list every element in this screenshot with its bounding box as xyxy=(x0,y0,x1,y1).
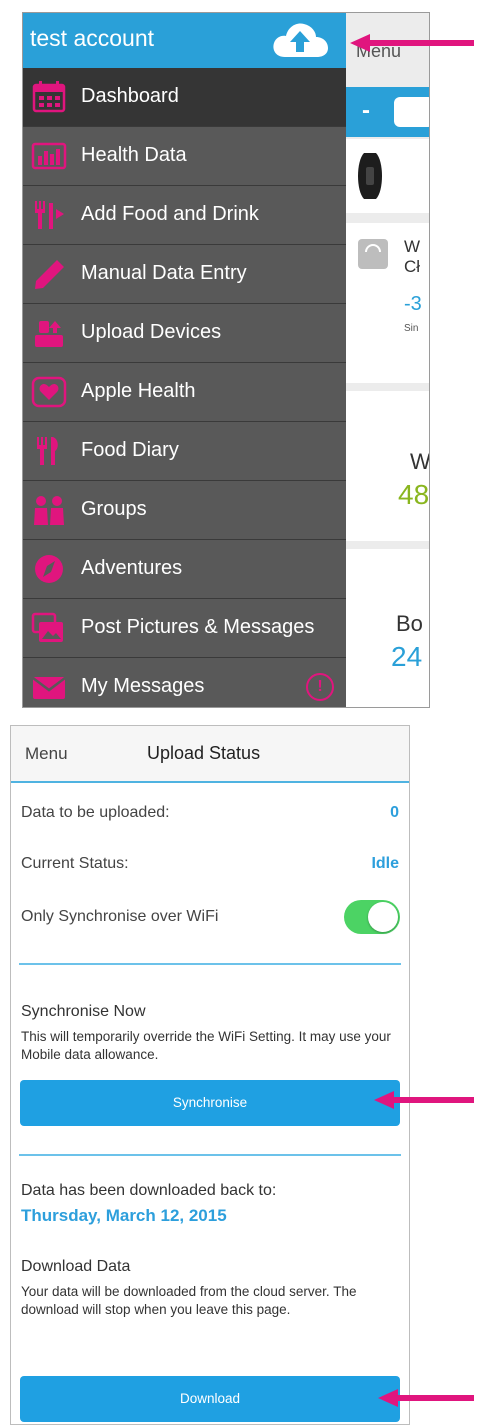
pencil-icon xyxy=(35,260,64,289)
menu-item-label: Apple Health xyxy=(81,380,196,402)
menu-item-label: Adventures xyxy=(81,557,183,579)
toggle-knob xyxy=(368,902,398,932)
fork-knife-icon xyxy=(37,437,58,465)
annotation-arrow-cloud xyxy=(350,34,474,52)
pictures-icon xyxy=(31,612,63,642)
envelope-icon xyxy=(32,677,66,699)
menu-item-add-food[interactable]: Add Food and Drink xyxy=(23,186,346,245)
data-to-upload-value: 0 xyxy=(390,804,399,821)
current-status-value: Idle xyxy=(371,855,399,872)
side-menu: test account Dashboard Health Data Add F… xyxy=(23,13,346,707)
background-dashboard: Menu - W Cł -3 Sin W 48 Bo 24 xyxy=(346,13,430,707)
wifi-only-toggle[interactable] xyxy=(344,900,400,934)
menu-item-label: Upload Devices xyxy=(81,321,222,343)
menu-item-my-messages[interactable]: My Messages ! xyxy=(23,658,346,707)
weight-value: 48 xyxy=(398,479,430,510)
downloaded-date: Thursday, March 12, 2015 xyxy=(21,1206,227,1225)
menu-item-label: Post Pictures & Messages xyxy=(81,616,315,638)
scale-icon xyxy=(358,239,388,269)
download-title: Download Data xyxy=(21,1258,131,1275)
background-date-bar: - xyxy=(346,87,429,137)
annotation-arrow-download xyxy=(378,1389,474,1407)
menu-item-label: Manual Data Entry xyxy=(81,262,247,284)
menu-item-health-data[interactable]: Health Data xyxy=(23,127,346,186)
compass-icon xyxy=(35,555,63,583)
current-status-label: Current Status: xyxy=(21,855,129,872)
alert-badge[interactable]: ! xyxy=(306,673,334,701)
section-divider xyxy=(19,963,401,965)
card-small-text: Sin xyxy=(404,323,419,334)
menu-item-dashboard[interactable]: Dashboard xyxy=(23,68,346,127)
heart-icon xyxy=(31,376,67,408)
menu-item-apple-health[interactable]: Apple Health xyxy=(23,363,346,422)
menu-button[interactable]: Menu xyxy=(25,744,68,764)
card-subtitle: Cł xyxy=(404,257,421,276)
cloud-upload-icon[interactable] xyxy=(271,21,329,59)
wifi-only-label: Only Synchronise over WiFi xyxy=(21,908,219,925)
downloaded-label: Data has been downloaded back to: xyxy=(21,1182,277,1199)
upload-status-screenshot: Menu Upload Status Data to be uploaded: … xyxy=(10,725,410,1425)
synchronise-button[interactable]: Synchronise xyxy=(20,1080,400,1126)
data-to-upload-label: Data to be uploaded: xyxy=(21,804,170,821)
body-label: Bo xyxy=(396,611,423,636)
bar-chart-icon xyxy=(31,142,67,170)
sync-title: Synchronise Now xyxy=(21,1003,146,1020)
menu-item-label: Health Data xyxy=(81,144,187,166)
menu-item-label: Add Food and Drink xyxy=(81,203,259,225)
card-value: -3 xyxy=(404,293,422,315)
date-field[interactable] xyxy=(394,97,429,127)
menu-item-label: My Messages xyxy=(81,675,205,697)
calendar-icon xyxy=(32,81,66,113)
menu-item-label: Food Diary xyxy=(81,439,179,461)
menu-item-post-pictures[interactable]: Post Pictures & Messages xyxy=(23,599,346,658)
device-card[interactable] xyxy=(346,139,429,213)
fitness-band-icon xyxy=(358,153,382,199)
menu-item-groups[interactable]: Groups xyxy=(23,481,346,540)
download-button[interactable]: Download xyxy=(20,1376,400,1422)
annotation-arrow-synchronise xyxy=(374,1091,474,1109)
account-name[interactable]: test account xyxy=(30,25,154,52)
body-card[interactable]: Bo 24 xyxy=(346,549,429,707)
menu-item-adventures[interactable]: Adventures xyxy=(23,540,346,599)
card-title: W xyxy=(404,237,421,256)
menu-item-label: Dashboard xyxy=(81,85,179,107)
cutlery-icon xyxy=(35,201,64,229)
menu-item-upload-devices[interactable]: Upload Devices xyxy=(23,304,346,363)
upload-device-icon xyxy=(35,321,63,347)
navigation-bar: Menu Upload Status xyxy=(11,726,409,783)
download-description: Your data will be downloaded from the cl… xyxy=(21,1284,357,1317)
previous-day-button[interactable]: - xyxy=(362,97,370,125)
menu-item-food-diary[interactable]: Food Diary xyxy=(23,422,346,481)
sync-description: This will temporarily override the WiFi … xyxy=(21,1029,391,1062)
section-divider xyxy=(19,1154,401,1156)
menu-item-label: Groups xyxy=(81,498,147,520)
drawer-header: test account xyxy=(23,13,346,68)
weight-label: W xyxy=(410,449,430,474)
body-value: 24 xyxy=(391,641,423,672)
menu-screenshot: Menu - W Cł -3 Sin W 48 Bo 24 test accou… xyxy=(22,12,430,708)
page-title: Upload Status xyxy=(147,743,261,763)
menu-item-manual-entry[interactable]: Manual Data Entry xyxy=(23,245,346,304)
people-icon xyxy=(34,496,64,525)
weight-change-card[interactable]: W Cł -3 Sin xyxy=(346,223,429,383)
weight-card[interactable]: W 48 xyxy=(346,391,430,541)
